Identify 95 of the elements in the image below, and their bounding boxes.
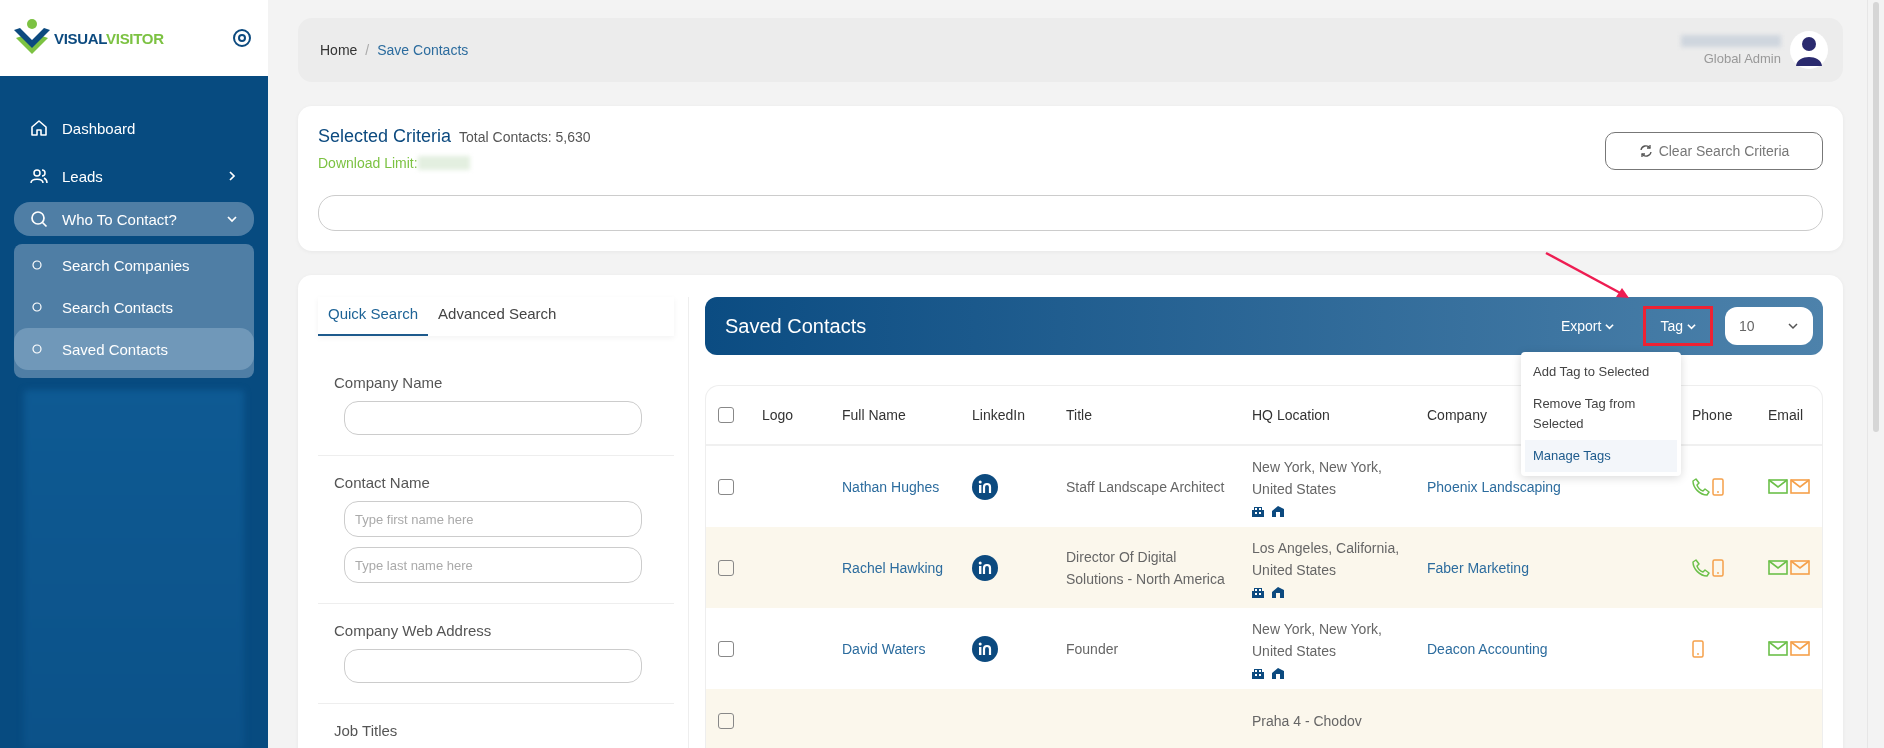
submenu-item[interactable]: Search Contacts [14, 286, 254, 328]
logo-text: VISUALVISITOR [54, 29, 164, 47]
table-cell-text: Director Of Digital Solutions - North America [1066, 547, 1226, 589]
avatar-icon[interactable] [1789, 30, 1829, 70]
breadcrumb-separator: / [365, 42, 370, 58]
section-title: Selected Criteria [318, 126, 452, 147]
dropdown-button[interactable]: Export [1543, 306, 1632, 346]
download-limit-label: Download Limit: [318, 155, 418, 171]
input-field[interactable] [344, 649, 642, 683]
email-icon[interactable] [1768, 641, 1788, 656]
circle-icon [32, 344, 42, 354]
table-cell-text: Los Angeles, California, United States [1252, 539, 1401, 580]
house-icon[interactable] [1272, 587, 1284, 598]
profile-link-icon[interactable] [972, 554, 998, 581]
house-icon[interactable] [1272, 668, 1284, 679]
column-header: Phone [1692, 406, 1733, 425]
clear-search-button[interactable]: Clear Search Criteria [1605, 132, 1823, 170]
mobile-phone-icon[interactable] [1712, 558, 1724, 577]
users-icon [30, 167, 48, 185]
row-checkbox[interactable] [718, 640, 734, 657]
phone-icon[interactable] [1692, 558, 1710, 577]
column-header: Full Name [842, 406, 906, 425]
row-checkbox[interactable] [718, 713, 734, 729]
profile-link-icon[interactable] [972, 635, 998, 662]
column-header: Email [1768, 406, 1803, 425]
chevron-right-icon [226, 170, 238, 182]
search-icon [30, 210, 48, 228]
user-role: Global Admin [1703, 50, 1781, 66]
menu-item[interactable]: Add Tag to Selected [1525, 356, 1677, 388]
email-icon[interactable] [1768, 560, 1788, 575]
blurred-value [417, 156, 470, 170]
mobile-phone-icon[interactable] [1712, 477, 1724, 496]
criteria-field[interactable] [318, 195, 1823, 231]
input-field[interactable]: Type last name here [344, 547, 642, 583]
input-field[interactable] [344, 401, 642, 435]
profile-link-icon[interactable] [972, 473, 998, 500]
email-icon[interactable] [1790, 479, 1810, 494]
table-cell-text: Staff Landscape Architect [1066, 477, 1226, 497]
column-header: LinkedIn [972, 406, 1025, 425]
table-cell-text: New York, New York, United States [1252, 620, 1383, 661]
building-icon[interactable] [1252, 668, 1264, 679]
field-label: Company Name [333, 374, 444, 391]
menu-item[interactable]: Remove Tag from Selected [1525, 388, 1677, 440]
row-checkbox[interactable] [718, 559, 734, 576]
menu-item[interactable]: Manage Tags [1525, 440, 1677, 472]
email-icon[interactable] [1790, 641, 1810, 656]
house-icon[interactable] [1272, 506, 1284, 517]
breadcrumb-link[interactable]: Save Contacts [377, 42, 469, 58]
caret-icon [1605, 321, 1615, 331]
building-icon[interactable] [1252, 587, 1264, 598]
row-checkbox[interactable] [718, 478, 734, 495]
scrollbar-thumb[interactable] [1873, 2, 1879, 432]
search-tab[interactable]: Advanced Search [428, 297, 567, 336]
chevron-down-icon [226, 213, 238, 225]
contact-name-link[interactable]: Nathan Hughes [842, 475, 956, 498]
company-link[interactable]: Faber Marketing [1427, 556, 1676, 579]
caret-icon [1687, 321, 1696, 331]
home-icon [30, 119, 48, 137]
refresh-icon [1638, 144, 1653, 158]
total-contacts: Total Contacts: 5,630 [459, 129, 591, 145]
submenu-item[interactable]: Saved Contacts [14, 328, 254, 370]
circle-icon [32, 260, 42, 270]
email-icon[interactable] [1790, 560, 1810, 575]
contact-name-link[interactable]: Rachel Hawking [842, 556, 956, 579]
target-icon[interactable] [232, 28, 252, 48]
nav-item[interactable]: Dashboard [14, 104, 254, 152]
company-link[interactable]: Phoenix Landscaping [1427, 475, 1676, 498]
select-all-checkbox[interactable] [718, 407, 734, 423]
search-tab[interactable]: Quick Search [318, 297, 429, 336]
table-title: Saved Contacts [725, 314, 867, 338]
table-cell-text: Founder [1066, 639, 1120, 659]
contact-name-link[interactable]: David Waters [842, 637, 956, 660]
building-icon[interactable] [1252, 506, 1264, 517]
field-label: Job Titles [333, 722, 399, 739]
breadcrumb-link[interactable]: Home [320, 42, 358, 58]
table-cell-text: New York, New York, United States [1252, 458, 1383, 499]
column-header: Logo [762, 406, 794, 425]
chevron-down-icon [1787, 320, 1799, 332]
column-header: Company [1427, 406, 1487, 425]
column-header: Title [1066, 406, 1092, 425]
nav-item[interactable]: Leads [14, 152, 254, 200]
submenu-item[interactable]: Search Companies [14, 244, 254, 286]
input-field[interactable]: Type first name here [344, 501, 642, 537]
page-size-select[interactable]: 10 [1725, 307, 1813, 345]
company-link[interactable]: Deacon Accounting [1427, 637, 1676, 660]
field-label: Company Web Address [333, 622, 493, 639]
mobile-phone-icon[interactable] [1692, 639, 1704, 658]
field-label: Contact Name [333, 474, 431, 491]
email-icon[interactable] [1768, 479, 1788, 494]
nav-item[interactable]: Who To Contact? [14, 202, 254, 236]
dropdown-button[interactable]: Tag [1643, 306, 1713, 346]
phone-icon[interactable] [1692, 477, 1710, 496]
circle-icon [32, 302, 42, 312]
table-cell-text: Praha 4 - Chodov [1252, 712, 1363, 731]
column-header: HQ Location [1252, 406, 1330, 425]
